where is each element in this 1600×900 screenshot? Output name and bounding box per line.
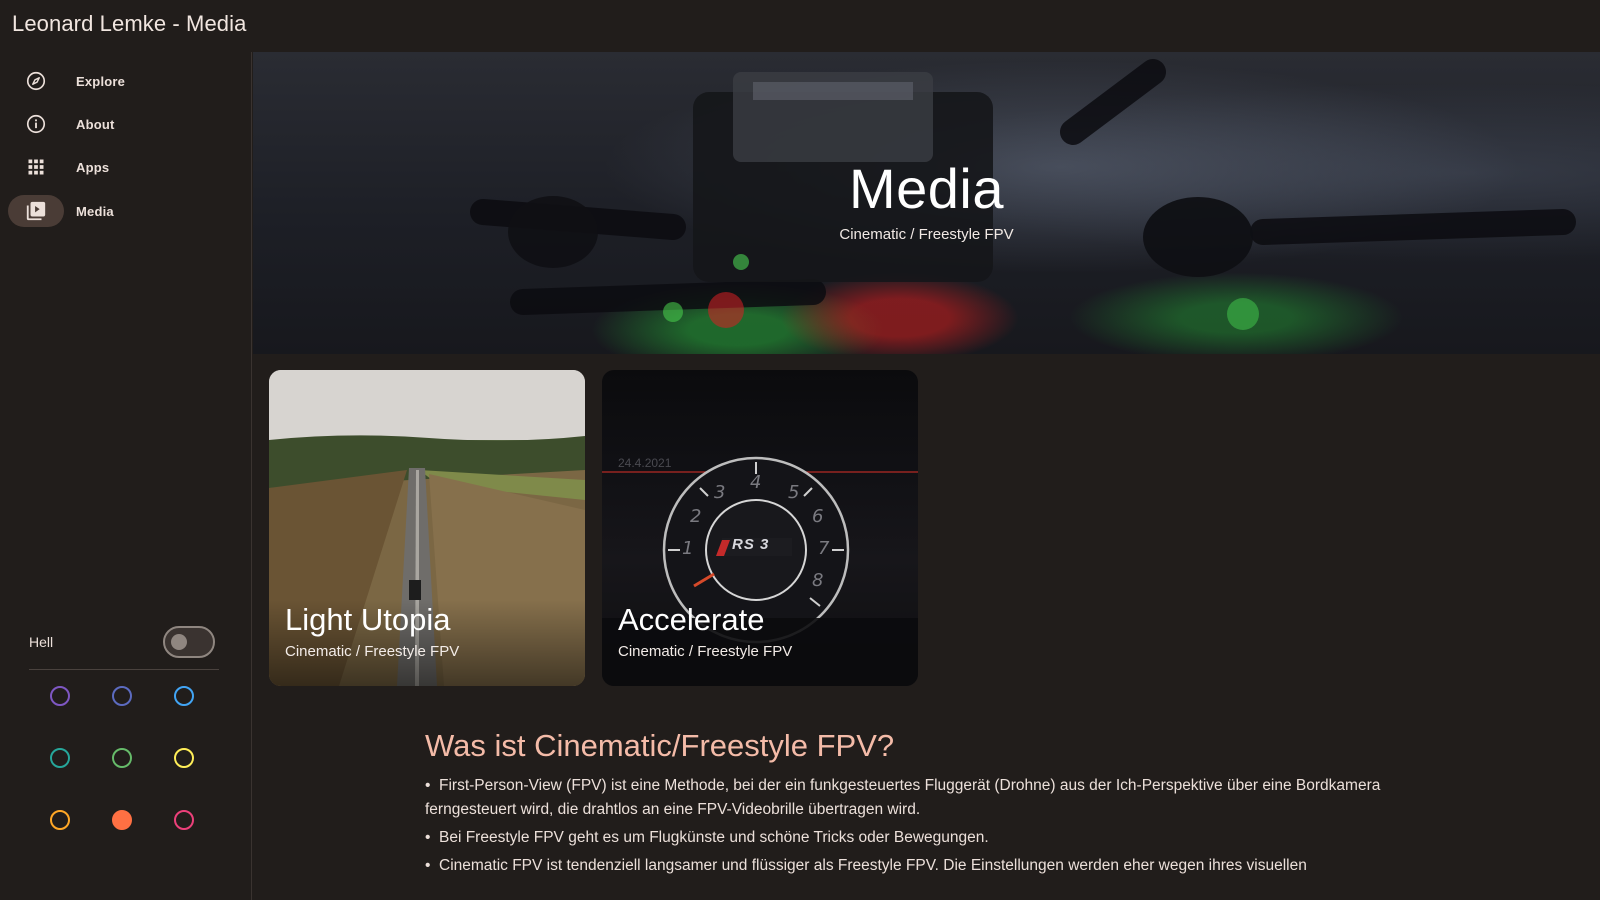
sidebar-item-label: About <box>76 116 115 132</box>
color-swatch[interactable] <box>174 686 194 706</box>
svg-text:6: 6 <box>812 506 823 527</box>
navigation-drawer: Explore About Apps Media Hell <box>0 52 252 900</box>
sidebar-item-apps[interactable]: Apps <box>8 150 238 184</box>
sidebar-item-label: Media <box>76 203 114 219</box>
sidebar-item-media[interactable]: Media <box>8 194 238 228</box>
card-subtitle: Cinematic / Freestyle FPV <box>285 643 460 660</box>
field-road-photo <box>269 370 585 686</box>
sidebar-divider <box>29 669 219 670</box>
apps-grid-icon <box>28 159 44 175</box>
card-date-overlay: 24.4.2021 <box>618 456 672 470</box>
color-swatch[interactable] <box>50 686 70 706</box>
color-swatch[interactable] <box>50 748 70 768</box>
sidebar-item-label: Explore <box>76 73 126 89</box>
svg-text:3: 3 <box>714 482 725 503</box>
svg-text:8: 8 <box>812 570 823 591</box>
info-icon <box>26 114 46 134</box>
media-card-light-utopia[interactable]: Light Utopia Cinematic / Freestyle FPV <box>269 370 585 686</box>
color-swatch[interactable] <box>112 686 132 706</box>
color-swatch[interactable] <box>174 810 194 830</box>
article-bullet: • Cinematic FPV ist tendenziell langsamer… <box>425 857 1307 874</box>
rs3-badge: RS 3 <box>732 536 770 553</box>
color-swatch[interactable] <box>50 810 70 830</box>
card-subtitle: Cinematic / Freestyle FPV <box>618 643 793 660</box>
hero-subtitle: Cinematic / Freestyle FPV <box>839 226 1014 243</box>
color-swatch[interactable] <box>112 748 132 768</box>
color-swatch[interactable] <box>112 810 132 830</box>
main-content: Media Cinematic / Freestyle FPV Light Ut… <box>253 52 1600 900</box>
svg-text:2: 2 <box>690 506 701 527</box>
theme-toggle-row: Hell <box>29 626 219 660</box>
article-heading: Was ist Cinematic/Freestyle FPV? <box>425 728 895 763</box>
article-section: Was ist Cinematic/Freestyle FPV? • First-… <box>425 728 1405 882</box>
article-bullet: • Bei Freestyle FPV geht es um Flugkünste… <box>425 829 989 846</box>
card-title: Accelerate <box>618 602 765 637</box>
app-title: Leonard Lemke - Media <box>12 11 247 36</box>
theme-toggle-switch[interactable] <box>163 626 215 658</box>
sidebar-item-label: Apps <box>76 159 110 175</box>
video-library-icon <box>26 201 46 221</box>
svg-text:7: 7 <box>818 538 830 559</box>
compass-icon <box>26 71 46 91</box>
hero-title: Media <box>848 157 1005 220</box>
hero-banner: Media Cinematic / Freestyle FPV <box>253 52 1600 354</box>
toggle-knob <box>171 634 187 650</box>
card-title: Light Utopia <box>285 602 451 637</box>
svg-text:1: 1 <box>682 538 693 559</box>
sidebar-item-about[interactable]: About <box>8 107 238 141</box>
color-swatch[interactable] <box>174 748 194 768</box>
svg-text:5: 5 <box>788 482 799 503</box>
media-card-accelerate[interactable]: 4 3 5 2 6 1 7 8 24.4.2021 RS 3 Accelerat… <box>602 370 918 686</box>
theme-toggle-label: Hell <box>29 634 54 650</box>
sidebar-item-explore[interactable]: Explore <box>8 64 238 98</box>
article-bullet: • First-Person-View (FPV) ist eine Method… <box>425 777 1381 818</box>
app-bar: Leonard Lemke - Media <box>0 0 1600 52</box>
speedometer-photo: 4 3 5 2 6 1 7 8 <box>602 456 918 686</box>
svg-text:4: 4 <box>750 472 761 493</box>
